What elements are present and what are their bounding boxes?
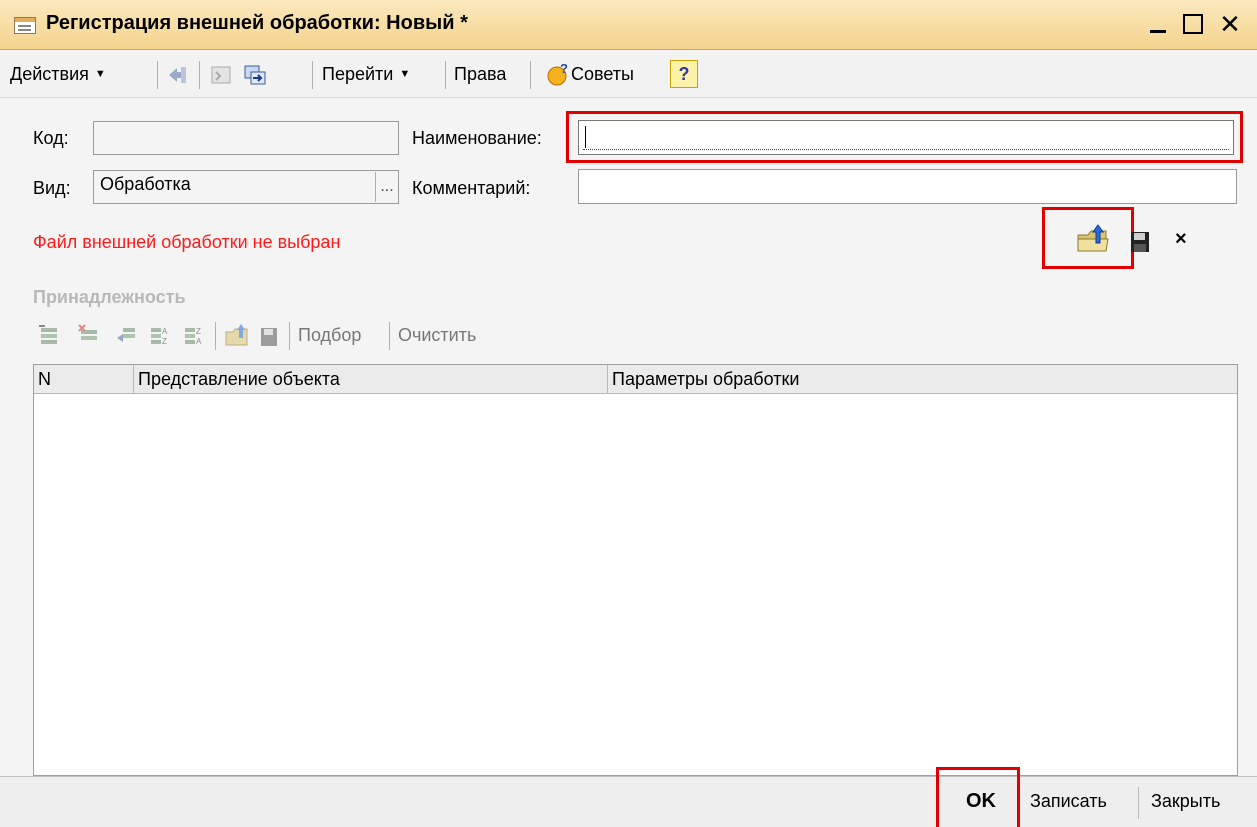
back-arrow-icon[interactable] <box>167 64 189 86</box>
column-header-n[interactable]: N <box>34 365 134 393</box>
move-row-icon[interactable] <box>115 324 137 346</box>
switch-icon[interactable] <box>244 64 266 86</box>
clear-button[interactable]: Очистить <box>398 325 476 346</box>
maximize-icon <box>1183 14 1203 34</box>
dialog-footer: OK Записать Закрыть <box>0 767 1257 827</box>
add-row-icon[interactable] <box>37 324 59 346</box>
toolbar-separator <box>289 322 290 350</box>
actions-label: Действия <box>10 63 89 84</box>
svg-text:A: A <box>162 327 168 336</box>
kind-label: Вид: <box>33 178 71 198</box>
goto-menu[interactable]: Перейти ▼ <box>322 59 410 89</box>
comment-field[interactable] <box>578 169 1237 204</box>
footer-separator <box>1138 787 1139 819</box>
text-cursor <box>585 126 586 148</box>
title-bar: Регистрация внешней обработки: Новый * ✕ <box>0 0 1257 50</box>
membership-table[interactable]: N Представление объекта Параметры обрабо… <box>33 364 1238 776</box>
save-file-icon[interactable] <box>1130 231 1150 253</box>
svg-text:?: ? <box>560 62 568 76</box>
close-button[interactable]: Закрыть <box>1151 791 1220 812</box>
toolbar: Действия ▼ Перейти ▼ Права ? Советы ? <box>0 51 1257 98</box>
chevron-down-icon: ▼ <box>94 68 106 80</box>
rights-button[interactable]: Права <box>454 59 506 89</box>
maximize-button[interactable] <box>1178 9 1208 39</box>
required-underline <box>583 149 1229 150</box>
rights-label: Права <box>454 63 507 84</box>
pick-button[interactable]: Подбор <box>298 325 361 346</box>
kind-field[interactable]: Обработка <box>93 170 399 204</box>
code-field[interactable] <box>93 121 399 155</box>
help-button[interactable]: ? <box>670 60 698 88</box>
column-header-object[interactable]: Представление объекта <box>134 365 608 393</box>
minimize-button[interactable] <box>1143 9 1173 39</box>
membership-title: Принадлежность <box>33 287 186 307</box>
code-label: Код: <box>33 128 69 148</box>
toolbar-separator <box>530 61 531 89</box>
toolbar-separator <box>312 61 313 89</box>
toolbar-separator <box>445 61 446 89</box>
actions-menu[interactable]: Действия ▼ <box>10 59 106 89</box>
help-icon: ? <box>678 63 690 84</box>
toolbar-separator <box>389 322 390 350</box>
tips-label: Советы <box>571 63 634 84</box>
save-button[interactable]: Записать <box>1030 791 1107 812</box>
sort-desc-icon[interactable]: ZA <box>183 324 205 346</box>
load-file-icon[interactable] <box>1076 221 1112 255</box>
name-label: Наименование: <box>412 128 542 148</box>
kind-value: Обработка <box>100 174 191 194</box>
window-title: Регистрация внешней обработки: Новый * <box>46 12 468 34</box>
goto-label: Перейти <box>322 63 394 84</box>
toolbar-separator <box>215 322 216 350</box>
name-field[interactable] <box>578 120 1234 155</box>
minimize-icon <box>1150 29 1166 33</box>
kind-select-button[interactable]: ... <box>375 172 398 202</box>
document-icon <box>14 17 36 34</box>
toolbar-separator <box>199 61 200 89</box>
save-table-icon[interactable] <box>261 328 277 346</box>
sort-asc-icon[interactable]: AZ <box>149 324 171 346</box>
comment-label: Комментарий: <box>412 178 531 198</box>
load-table-icon[interactable] <box>225 322 251 348</box>
svg-text:Z: Z <box>196 327 201 336</box>
dialog-window: Регистрация внешней обработки: Новый * ✕… <box>0 0 1257 827</box>
svg-text:Z: Z <box>162 337 167 346</box>
svg-text:A: A <box>196 337 202 346</box>
structure-icon[interactable] <box>210 64 232 86</box>
column-header-params[interactable]: Параметры обработки <box>608 365 1237 393</box>
table-header: N Представление объекта Параметры обрабо… <box>34 365 1237 394</box>
membership-toolbar: AZ ZA Подбор Очистить <box>33 318 733 354</box>
ok-button[interactable]: OK <box>966 790 996 813</box>
delete-row-icon[interactable] <box>77 324 99 346</box>
close-icon: ✕ <box>1219 8 1241 39</box>
tips-button[interactable]: Советы <box>571 59 634 89</box>
close-window-button[interactable]: ✕ <box>1215 9 1245 39</box>
file-status-message: Файл внешней обработки не выбран <box>33 232 341 252</box>
clear-file-icon[interactable]: × <box>1175 228 1187 251</box>
tips-icon[interactable]: ? <box>545 61 568 86</box>
chevron-down-icon: ▼ <box>399 68 411 80</box>
toolbar-separator <box>157 61 158 89</box>
